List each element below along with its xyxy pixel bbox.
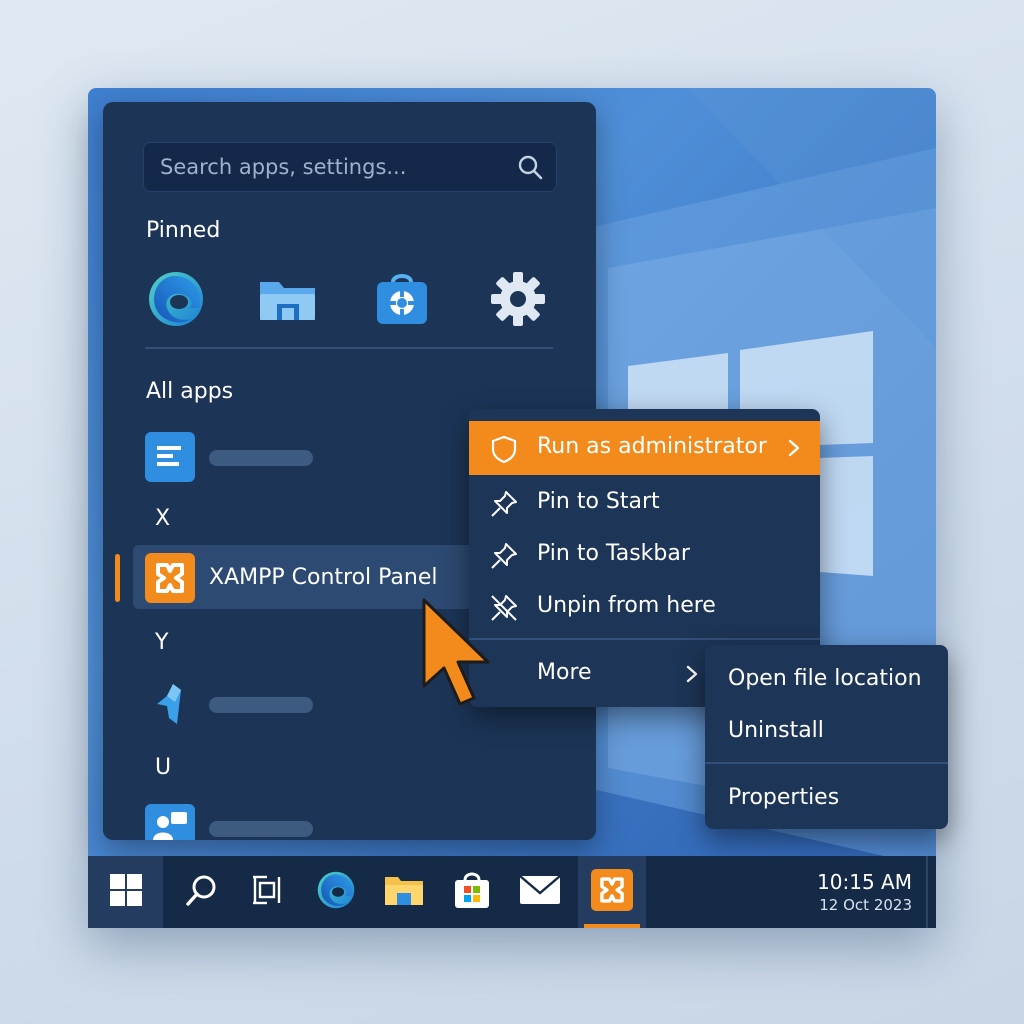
taskbar-store-button[interactable]	[438, 856, 506, 928]
clock-time[interactable]: 10:15 AM	[817, 870, 912, 894]
unpin-from-here-item[interactable]: Unpin from here	[469, 580, 820, 634]
xampp-label: XAMPP Control Panel	[209, 565, 438, 590]
menu-divider	[705, 762, 948, 764]
notepad-icon[interactable]	[145, 432, 195, 482]
more-label: More	[537, 660, 592, 685]
group-letter-y: Y	[155, 630, 169, 655]
store-icon[interactable]	[371, 268, 433, 330]
search-icon	[184, 872, 220, 912]
pin-to-start-item[interactable]: Pin to Start	[469, 476, 820, 530]
search-icon[interactable]	[516, 153, 544, 185]
menu-divider	[469, 638, 820, 640]
open-file-location-item[interactable]: Open file location	[728, 666, 922, 691]
search-box[interactable]: Search apps, settings...	[143, 142, 557, 192]
mail-icon	[519, 875, 561, 909]
shield-icon	[489, 434, 519, 468]
search-placeholder: Search apps, settings...	[160, 155, 407, 179]
xampp-icon[interactable]	[145, 553, 195, 603]
pin-icon	[489, 541, 519, 575]
taskbar-file-explorer-button[interactable]	[370, 856, 438, 928]
properties-item[interactable]: Properties	[728, 785, 839, 810]
pin-to-taskbar-item[interactable]: Pin to Taskbar	[469, 528, 820, 582]
start-button[interactable]	[88, 856, 163, 928]
taskbar: 10:15 AM 12 Oct 2023	[88, 856, 936, 928]
store-icon	[453, 870, 491, 914]
windows-start-icon	[109, 873, 143, 911]
pin-to-taskbar-label: Pin to Taskbar	[537, 541, 690, 566]
edge-icon[interactable]	[145, 268, 207, 330]
task-view-icon	[251, 873, 285, 911]
pinned-title: Pinned	[146, 218, 221, 243]
all-apps-title: All apps	[146, 379, 234, 404]
more-submenu: Open file location Uninstall Properties	[705, 645, 948, 829]
edge-icon	[315, 869, 357, 915]
clock-date[interactable]: 12 Oct 2023	[819, 896, 912, 914]
group-letter-x: X	[155, 506, 171, 531]
xampp-icon	[591, 869, 633, 915]
app-name-placeholder	[209, 697, 313, 713]
pin-to-start-label: Pin to Start	[537, 489, 660, 514]
active-app-indicator	[584, 924, 640, 928]
pinned-divider	[145, 347, 553, 349]
uninstall-item[interactable]: Uninstall	[728, 718, 824, 743]
selection-indicator	[115, 554, 120, 602]
app-name-placeholder	[209, 450, 313, 466]
task-view-button[interactable]	[234, 856, 302, 928]
show-desktop-button[interactable]	[926, 856, 928, 928]
taskbar-xampp-button[interactable]	[578, 856, 646, 928]
settings-icon[interactable]	[487, 268, 549, 330]
app-name-placeholder	[209, 821, 313, 837]
chevron-right-icon	[784, 435, 804, 465]
group-letter-u: U	[155, 755, 172, 780]
file-explorer-icon[interactable]	[257, 268, 319, 330]
taskbar-mail-button[interactable]	[506, 856, 574, 928]
unpin-from-here-label: Unpin from here	[537, 593, 716, 618]
run-as-administrator-label: Run as administrator	[537, 434, 767, 459]
chevron-right-icon	[682, 661, 702, 691]
run-as-administrator-item[interactable]: Run as administrator	[469, 421, 820, 475]
u-app-icon[interactable]	[145, 804, 195, 840]
pin-icon	[489, 489, 519, 523]
y-app-icon[interactable]	[145, 680, 195, 730]
mouse-cursor-icon	[418, 596, 498, 724]
file-explorer-icon	[384, 873, 424, 911]
taskbar-search-button[interactable]	[168, 856, 236, 928]
taskbar-edge-button[interactable]	[302, 856, 370, 928]
